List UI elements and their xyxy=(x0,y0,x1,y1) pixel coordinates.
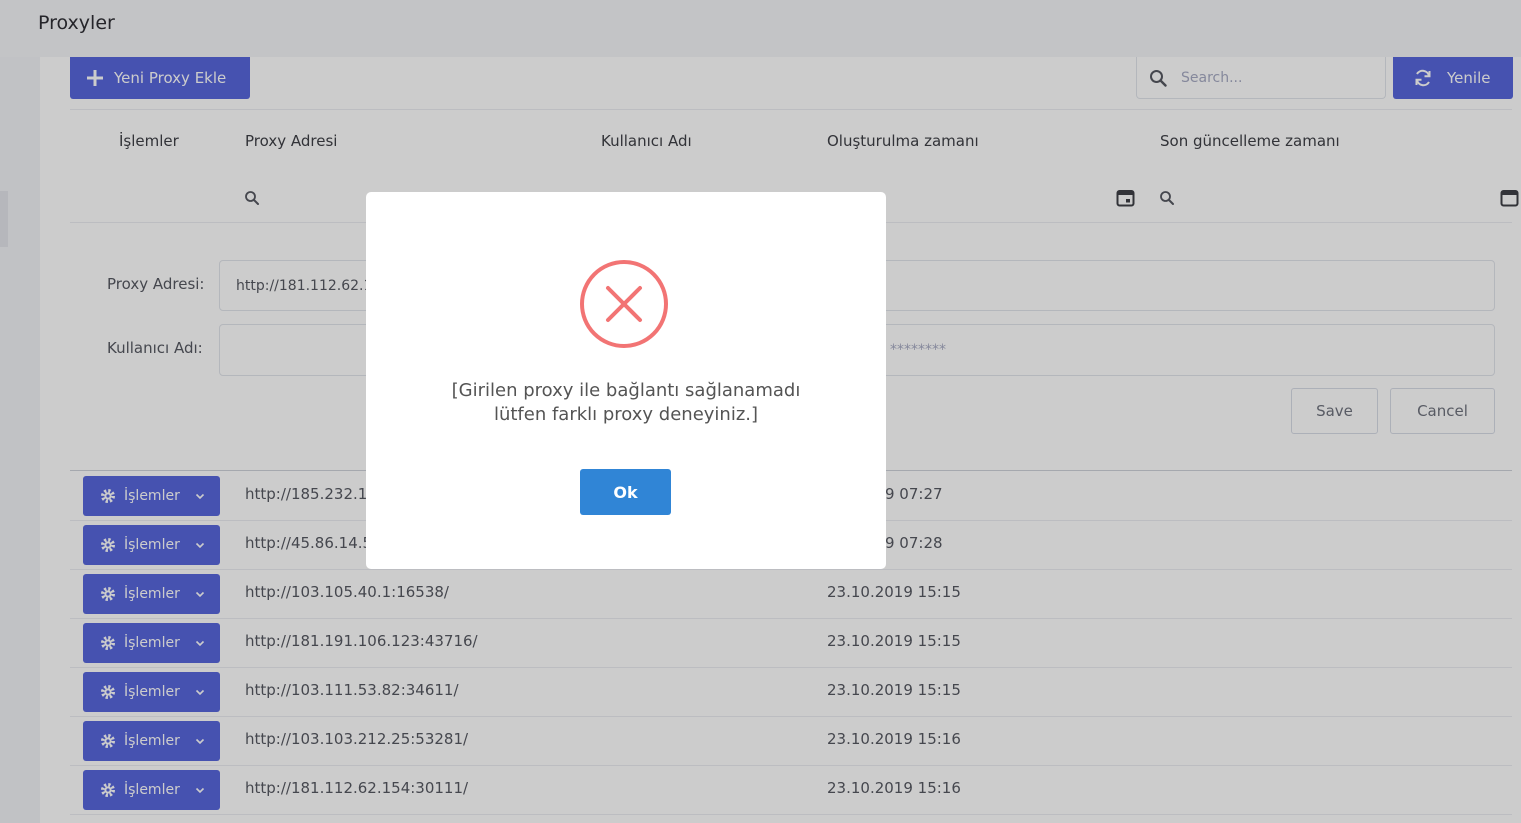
error-message-line-2: lütfen farklı proxy deneyiniz.] xyxy=(493,404,759,425)
error-message-line-1: [Girilen proxy ile bağlantı sağlanamadı xyxy=(451,380,801,401)
error-message: [Girilen proxy ile bağlantı sağlanamadı … xyxy=(386,379,866,427)
ok-button[interactable]: Ok xyxy=(580,469,671,515)
error-dialog: [Girilen proxy ile bağlantı sağlanamadı … xyxy=(366,192,886,569)
error-x-icon xyxy=(580,260,668,348)
